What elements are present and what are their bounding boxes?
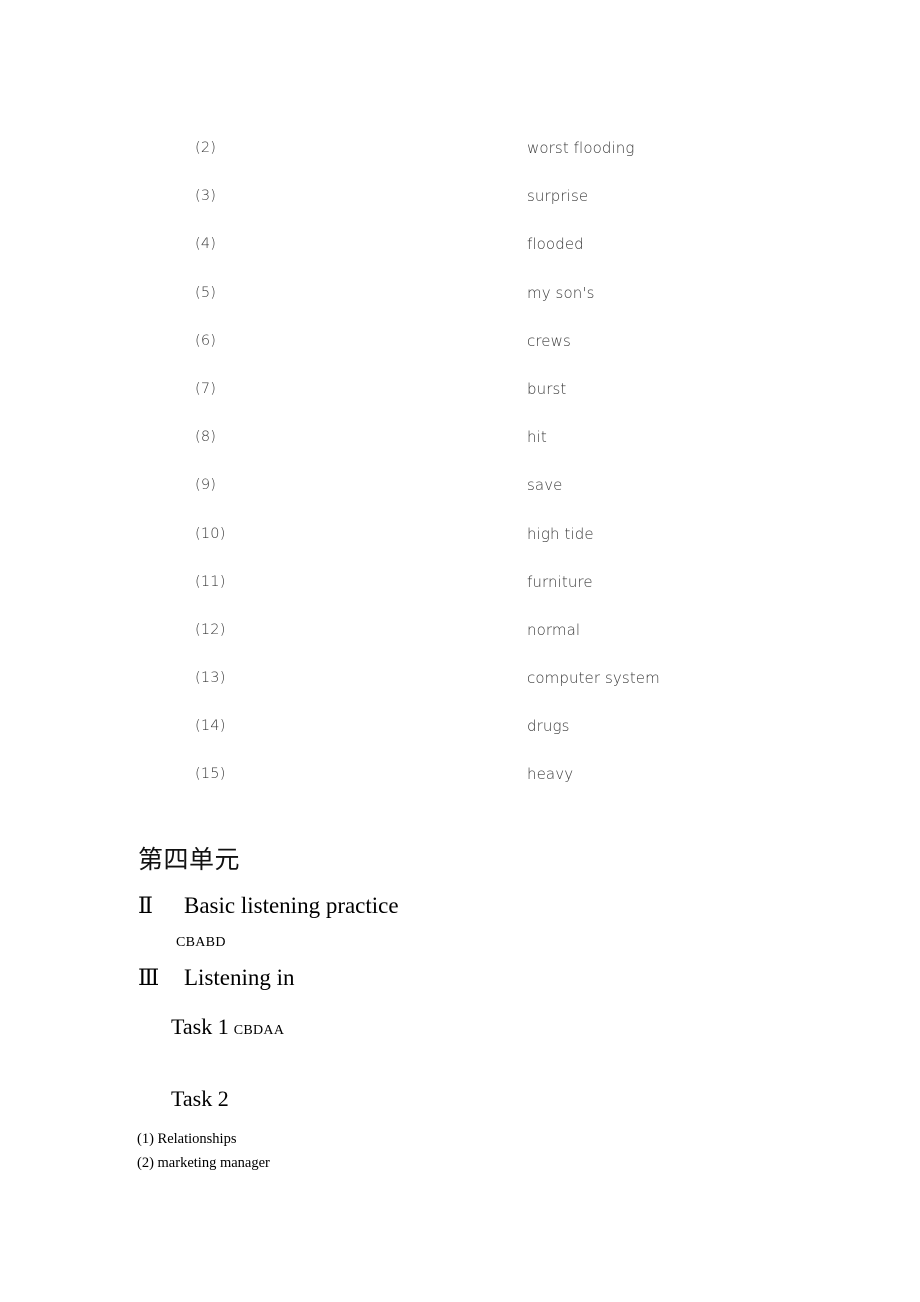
answer-value: high tide [527,524,594,543]
answer-row: (14) drugs [0,702,920,750]
section-numeral: Ⅱ [138,893,153,918]
section-heading-listening-in: Ⅲ Listening in [138,965,295,991]
answer-number: (11) [195,573,226,590]
answer-number: (3) [195,188,217,205]
answer-row: (5) my son's [0,269,920,317]
answer-value: burst [527,379,567,398]
answer-value: my son's [527,283,595,302]
task-heading-2: Task 2 [171,1086,229,1112]
answer-number: (13) [195,670,226,687]
answer-number: (15) [195,766,226,783]
unit-title: 第四单元 [138,845,241,874]
answer-row: (9) save [0,461,920,509]
answer-number: (10) [195,525,226,542]
answer-value: normal [527,620,581,639]
section-title: Basic listening practice [184,893,399,918]
answer-value: hit [527,428,547,447]
answer-value: drugs [527,717,570,736]
answer-number: (7) [195,380,217,397]
document-page: (2) worst flooding (3) surprise (4) floo… [0,0,920,1302]
answer-value: crews [527,331,571,350]
answer-number: (9) [195,477,217,494]
answer-row: (15) heavy [0,750,920,798]
answer-row: (7) burst [0,365,920,413]
task-answer: CBDAA [233,1023,285,1038]
answer-value: worst flooding [527,139,635,157]
section-heading-basic-listening-practice: Ⅱ Basic listening practice [138,893,399,919]
answer-row: (2) worst flooding [0,124,920,172]
answer-row: (13) computer system [0,654,920,702]
answer-row: (3) surprise [0,172,920,220]
answer-value: furniture [527,572,593,591]
answer-row: (4) flooded [0,220,920,268]
answer-value: save [527,476,563,495]
answer-number: (5) [195,284,217,301]
answer-row: (10) high tide [0,510,920,558]
answer-value: heavy [527,765,574,784]
section-numeral: Ⅲ [138,965,160,990]
answer-number: (2) [195,140,217,156]
answer-value: flooded [527,235,584,254]
answer-number: (8) [195,429,217,446]
section-title: Listening in [184,965,295,990]
task-heading-1: Task 1 CBDAA [171,1014,284,1040]
task2-answer-item: (1) Relationships [137,1131,237,1147]
task2-answer-item: (2) marketing manager [137,1155,270,1171]
answer-number: (6) [195,332,217,349]
answer-number: (12) [195,621,226,638]
blank-fill-answer-list: (2) worst flooding (3) surprise (4) floo… [0,124,920,799]
task-label: Task 2 [171,1086,229,1111]
answer-value: surprise [527,187,589,206]
task-label: Task 1 [171,1014,229,1039]
answer-number: (14) [195,718,226,735]
section-answer-basic-listening-practice: CBABD [176,935,226,950]
answer-row: (6) crews [0,317,920,365]
answer-row: (8) hit [0,413,920,461]
answer-row: (12) normal [0,606,920,654]
answer-number: (4) [195,236,217,253]
answer-row: (11) furniture [0,558,920,606]
task2-answer-list: (1) Relationships (2) marketing manager [137,1127,270,1175]
answer-value: computer system [527,669,660,688]
